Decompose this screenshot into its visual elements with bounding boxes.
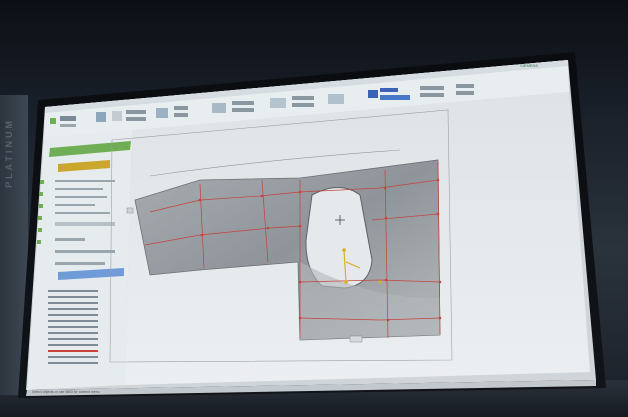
status-text: Select objects or use MB3 for context me… <box>32 390 100 394</box>
projection-screen: SIEMENS Select objects or use MB3 for co… <box>18 52 606 398</box>
brand-label: SIEMENS <box>520 63 538 68</box>
